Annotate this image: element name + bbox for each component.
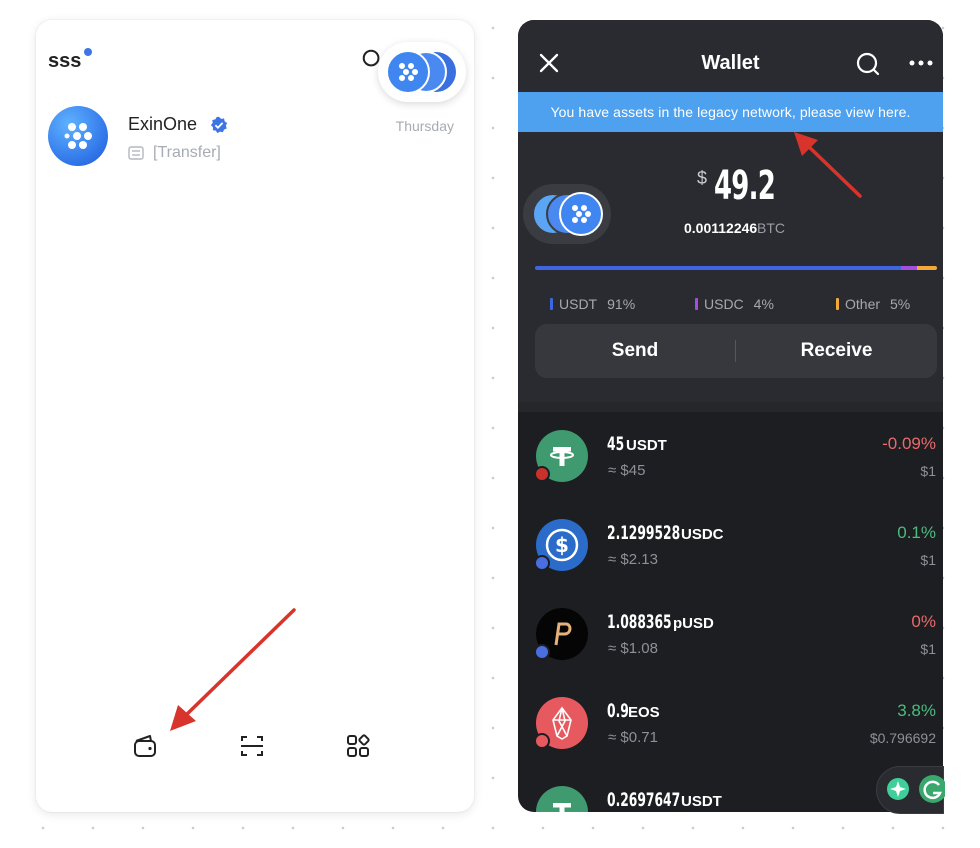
distribution-segment-usdc: [900, 266, 917, 270]
btc-balance: 0.00112246: [684, 220, 758, 236]
svg-text:$: $: [555, 533, 569, 557]
currency-symbol: $: [697, 168, 708, 188]
notification-dot: [84, 48, 92, 56]
asset-price: $1: [920, 552, 936, 568]
legend-usdc: USDC 4%: [695, 296, 774, 312]
more-icon[interactable]: [908, 53, 934, 73]
send-button[interactable]: Send: [535, 324, 735, 378]
asset-price: $0.796692: [869, 730, 936, 746]
annotation-arrow: [170, 608, 296, 731]
conversation-item[interactable]: ExinOne Thursday [Transfer]: [36, 104, 474, 182]
tether-icon: [536, 786, 588, 812]
coin-stack-badge[interactable]: [523, 184, 611, 244]
receive-button[interactable]: Receive: [736, 324, 937, 378]
legend-other: Other 5%: [836, 296, 910, 312]
asset-amount: 45: [607, 433, 625, 455]
assistant-icons: [887, 775, 947, 803]
section-divider: [518, 402, 943, 412]
wallet-panel: Wallet You have assets in the legacy net…: [518, 20, 943, 812]
legacy-network-banner[interactable]: You have assets in the legacy network, p…: [518, 92, 943, 132]
legend-color-tick: [550, 298, 553, 310]
asset-change: 3.8%: [897, 701, 936, 720]
app-title: sss: [48, 50, 82, 72]
chat-list-panel: sss ExinOne Thursday [Transfer]: [36, 20, 474, 812]
message-preview: [Transfer]: [153, 144, 221, 161]
tron-chain-icon: [534, 466, 550, 482]
contact-name: ExinOne: [128, 114, 198, 134]
legend-usdt: USDT 91%: [550, 296, 635, 312]
scan-icon[interactable]: [238, 732, 266, 760]
asset-change: 0.1%: [897, 523, 936, 542]
floating-app-badge[interactable]: [378, 42, 466, 102]
asset-price: $1: [920, 641, 936, 657]
asset-amount: 0.2697647: [607, 789, 681, 811]
asset-symbol: USDT: [681, 793, 722, 810]
asset-change: -0.09%: [882, 434, 936, 453]
distribution-segment-usdt: [535, 266, 901, 270]
coin-stack-icon: [532, 192, 603, 236]
total-balance: 49.2: [714, 163, 776, 209]
apps-icon[interactable]: [344, 732, 372, 760]
asset-value: ≈ $45: [608, 462, 646, 479]
transfer-message-icon: [128, 146, 144, 160]
distribution-segment-other: [916, 266, 937, 270]
search-icon[interactable]: [856, 52, 880, 76]
asset-value: ≈ $2.13: [608, 551, 658, 568]
asset-row-usdc[interactable]: $ 2.1299528 USDC ≈ $2.13 0.1% $1: [518, 519, 943, 608]
btc-label: BTC: [757, 220, 785, 236]
action-bar: Send Receive: [535, 324, 937, 378]
asset-symbol: USDT: [626, 437, 667, 454]
asset-symbol: USDC: [681, 526, 724, 543]
asset-symbol: EOS: [628, 704, 660, 721]
asset-price: $1: [920, 463, 936, 479]
eos-chain-icon: [534, 733, 550, 749]
asset-row-usdt[interactable]: 45 USDT ≈ $45 -0.09% $1: [518, 430, 943, 519]
legend-color-tick: [836, 298, 839, 310]
message-time: Thursday: [395, 118, 454, 134]
asset-amount: 1.088365: [607, 611, 672, 633]
asset-distribution-bar: [535, 266, 937, 270]
ethereum-chain-icon: [534, 644, 550, 660]
verified-badge-icon: [210, 116, 228, 134]
coin-stack-icon: [386, 50, 456, 94]
wallet-icon[interactable]: [131, 732, 159, 760]
asset-row-pusd[interactable]: 1.088365 pUSD ≈ $1.08 0% $1: [518, 608, 943, 697]
asset-change: 0%: [911, 612, 936, 631]
asset-amount: 0.9: [607, 700, 629, 722]
asset-symbol: pUSD: [673, 615, 714, 632]
wallet-header: Wallet: [518, 20, 943, 92]
legend-color-tick: [695, 298, 698, 310]
exin-logo-icon: [64, 123, 92, 149]
avatar: [48, 106, 108, 166]
asset-value: ≈ $1.08: [608, 640, 658, 657]
asset-value: ≈ $0.71: [608, 729, 658, 746]
floating-widget[interactable]: [876, 766, 947, 814]
ethereum-chain-icon: [534, 555, 550, 571]
asset-amount: 2.1299528: [607, 522, 681, 544]
